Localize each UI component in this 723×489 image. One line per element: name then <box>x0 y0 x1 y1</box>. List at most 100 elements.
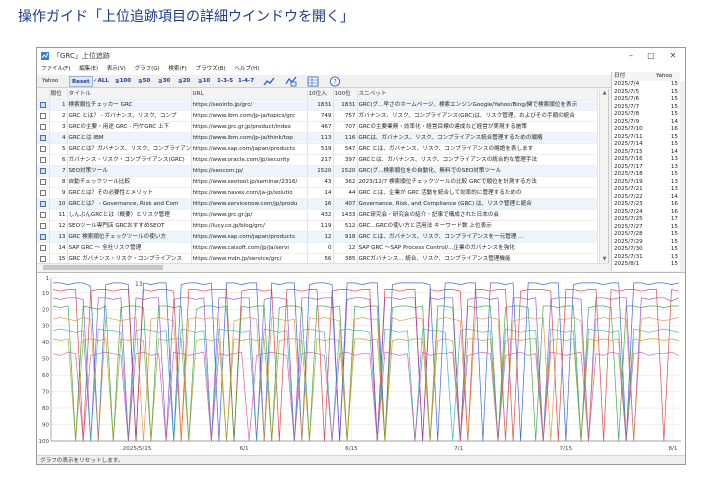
side-row[interactable]: 2025/7/7 15 <box>612 104 680 112</box>
table-row[interactable]: 13 GRC 検索順位チェックツールの使い方 https://www.sap.com… <box>37 231 598 243</box>
table-row[interactable]: 6 ガバナンス・リスク・コンプライアンス(GRC) https://www.orac… <box>37 154 598 166</box>
table-row[interactable]: 10 GRCとは？ - Governance, Risk and Com https… <box>37 198 598 210</box>
side-row[interactable]: 2025/7/6 15 <box>612 96 680 104</box>
range-10-button[interactable]: ≦10 <box>198 75 210 88</box>
side-row[interactable]: 2025/7/27 15 <box>612 224 680 232</box>
row-checkbox[interactable] <box>37 110 50 122</box>
checkbox[interactable] <box>39 255 46 262</box>
checkbox[interactable] <box>39 211 46 218</box>
side-row[interactable]: 2025/7/17 13 <box>612 164 680 172</box>
row-checkbox[interactable] <box>37 209 50 221</box>
menu-edit[interactable]: 編集(E) <box>79 66 98 72</box>
row-checkbox[interactable] <box>37 143 50 155</box>
compare-icon[interactable] <box>285 76 297 87</box>
scrollbar-thumb[interactable] <box>43 265 163 270</box>
col-header-top100[interactable]: 100位 <box>333 89 358 100</box>
side-row[interactable]: 2025/7/22 14 <box>612 194 680 202</box>
menu-search[interactable]: 検索(F) <box>168 66 186 72</box>
side-row[interactable]: 2025/7/31 13 <box>612 254 680 262</box>
side-row[interactable]: 2025/7/9 14 <box>612 119 680 127</box>
grid-horizontal-scrollbar[interactable] <box>37 263 609 271</box>
table-row[interactable]: 12 SEOツール専門店 GRCおすすめSEOT https://lucy.co.j… <box>37 220 598 232</box>
side-row[interactable]: 2025/7/29 15 <box>612 239 680 247</box>
menu-help[interactable]: ヘルプ(H) <box>234 66 259 72</box>
col-header-url[interactable]: URL <box>191 89 308 100</box>
side-row[interactable]: 2025/7/21 13 <box>612 186 680 194</box>
side-row[interactable]: 2025/7/15 14 <box>612 149 680 157</box>
side-row[interactable]: 2025/7/25 17 <box>612 216 680 224</box>
side-row[interactable]: 2025/7/14 15 <box>612 141 680 149</box>
table-row[interactable]: 11 しんぶんGRCとは（概要）とリスク管理 https://www.grc.gr.… <box>37 209 598 221</box>
side-row[interactable]: 2025/7/4 15 <box>612 81 680 89</box>
row-checkbox[interactable] <box>37 253 50 263</box>
checkbox[interactable] <box>39 145 46 152</box>
side-row[interactable]: 2025/7/11 15 <box>612 134 680 142</box>
side-row[interactable]: 2025/7/8 15 <box>612 111 680 119</box>
table-row[interactable]: 9 GRCとは？その必要性とメリット https://www.navex.com/j… <box>37 187 598 199</box>
row-checkbox[interactable] <box>37 165 50 177</box>
maximize-button[interactable]: □ <box>641 48 661 64</box>
side-row[interactable]: 2025/7/18 15 <box>612 171 680 179</box>
table-row[interactable]: 5 GRCとは？ガバナンス、リスク、コンプライアンス https://www.sap… <box>37 143 598 155</box>
help-icon[interactable]: ? <box>329 76 341 87</box>
side-row[interactable]: 2025/7/10 16 <box>612 126 680 134</box>
menu-graph[interactable]: グラフ(G) <box>135 66 160 72</box>
checkbox[interactable] <box>39 134 46 141</box>
table-view-icon[interactable] <box>307 76 319 87</box>
table-row[interactable]: 2 GRC とは？ - ガバナンス、リスク、コンプ https://www.ibm.… <box>37 110 598 122</box>
table-row[interactable]: 7 SEO対策ツール https://seocom.jp/1520 1520 GRC(グ… <box>37 165 598 177</box>
menu-browse[interactable]: ブラウズ(B) <box>196 66 226 72</box>
range-all-button[interactable]: ✓ALL <box>93 75 109 88</box>
range-30-button[interactable]: ≦30 <box>158 75 170 88</box>
range-135-button[interactable]: 1-3-5 <box>217 75 233 88</box>
table-row[interactable]: 8 自動チェックツール比較 https://www.seotool.jp/semin… <box>37 176 598 188</box>
side-row[interactable]: 2025/7/23 16 <box>612 201 680 209</box>
range-147-button[interactable]: 1-4-7 <box>238 75 254 88</box>
side-row[interactable]: 2025/7/24 16 <box>612 209 680 217</box>
row-checkbox[interactable] <box>37 132 50 144</box>
menu-view[interactable]: 表示(V) <box>107 66 126 72</box>
col-header-snippet[interactable]: スニペット <box>357 89 598 100</box>
grid-vertical-scrollbar[interactable]: ▲ ▼ <box>599 89 608 263</box>
col-header-rank[interactable]: 順位 <box>49 89 68 100</box>
row-checkbox[interactable] <box>37 231 50 243</box>
table-row[interactable]: 4 GRCとは IBM https://www.ibm.com/jp-ja/thin… <box>37 132 598 144</box>
table-row[interactable]: 3 GRCの主要・用途 GRC - 円ケGRC 上下 https://www.grc… <box>37 121 598 133</box>
side-row[interactable]: 2025/7/30 15 <box>612 246 680 254</box>
row-checkbox[interactable] <box>37 99 50 111</box>
side-row[interactable]: 2025/7/5 15 <box>612 89 680 97</box>
row-checkbox[interactable] <box>37 187 50 199</box>
range-50-button[interactable]: ≦50 <box>138 75 150 88</box>
line-chart-icon[interactable] <box>263 76 275 87</box>
col-header-top10[interactable]: 10位入 <box>307 89 334 100</box>
row-checkbox[interactable] <box>37 220 50 232</box>
range-100-button[interactable]: ≦100 <box>115 75 131 88</box>
checkbox[interactable] <box>39 233 46 240</box>
checkbox[interactable] <box>39 189 46 196</box>
row-checkbox[interactable] <box>37 176 50 188</box>
checkbox[interactable] <box>39 156 46 163</box>
side-row[interactable]: 2025/7/16 13 <box>612 156 680 164</box>
row-checkbox[interactable] <box>37 121 50 133</box>
checkbox[interactable] <box>39 178 46 185</box>
side-row[interactable]: 2025/8/1 15 <box>612 261 680 269</box>
close-button[interactable]: ✕ <box>663 48 683 64</box>
checkbox[interactable] <box>39 101 46 108</box>
checkbox[interactable] <box>39 244 46 251</box>
col-header-title[interactable]: タイトル <box>67 89 192 100</box>
minimize-button[interactable]: – <box>621 48 641 64</box>
menu-file[interactable]: ファイル(F) <box>41 66 70 72</box>
row-checkbox[interactable] <box>37 242 50 254</box>
row-checkbox[interactable] <box>37 198 50 210</box>
table-row[interactable]: 15 GRC ガバナンス・リスク・コンプライアンス https://www.mdn.… <box>37 253 598 263</box>
side-row[interactable]: 2025/7/28 15 <box>612 231 680 239</box>
reset-button[interactable]: Reset <box>69 76 93 87</box>
side-scrollbar[interactable] <box>680 81 685 271</box>
checkbox[interactable] <box>39 112 46 119</box>
side-row[interactable]: 2025/7/19 13 <box>612 179 680 187</box>
side-header-engine[interactable]: Yahoo <box>653 72 680 81</box>
scroll-up-arrow-icon[interactable]: ▲ <box>601 90 608 96</box>
range-20-button[interactable]: ≦20 <box>178 75 190 88</box>
checkbox[interactable] <box>39 123 46 130</box>
checkbox[interactable] <box>39 200 46 207</box>
